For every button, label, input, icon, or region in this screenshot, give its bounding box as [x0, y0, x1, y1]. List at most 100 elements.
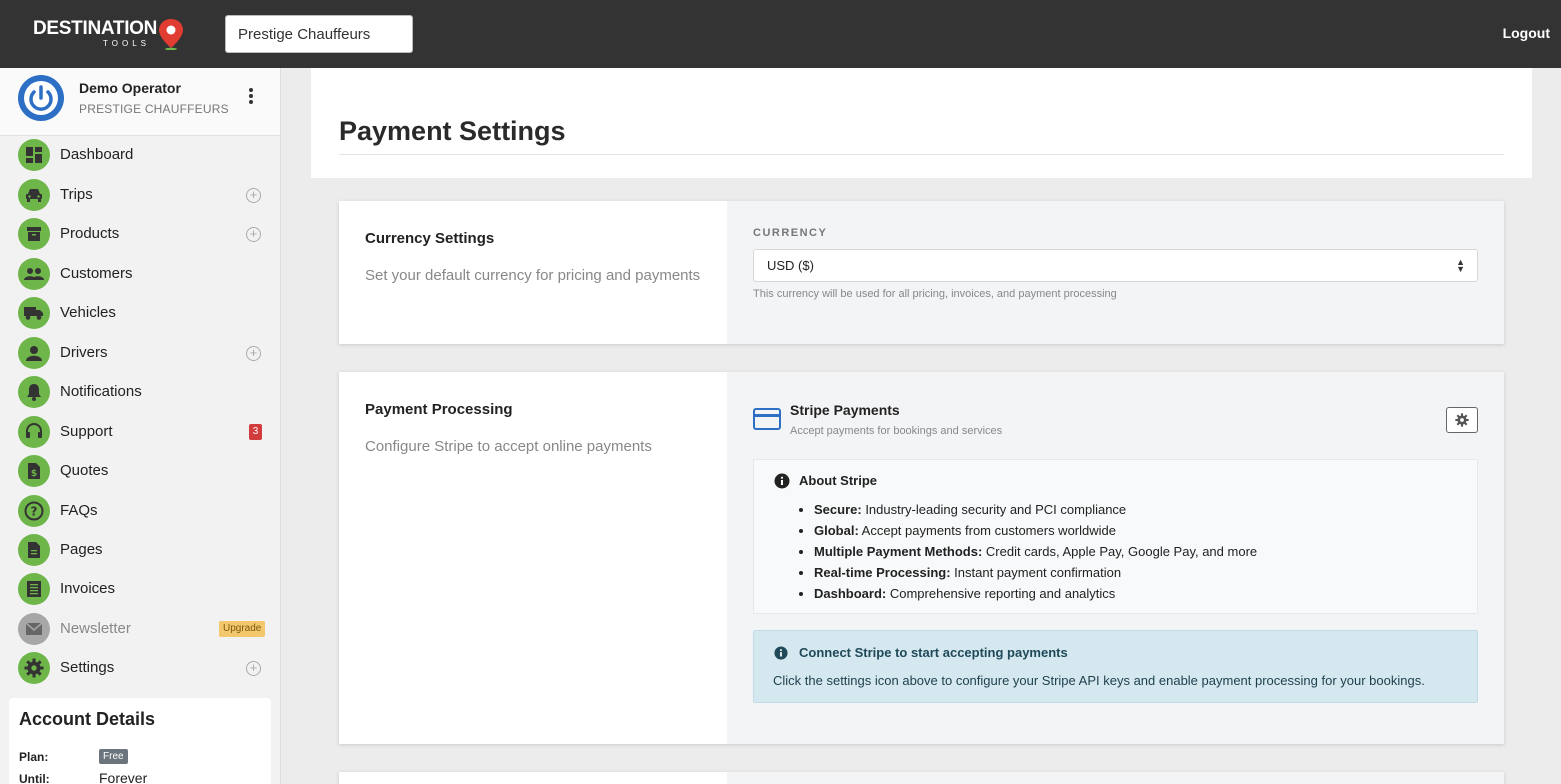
- top-bar: DESTINATION TOOLS Logout: [0, 0, 1561, 68]
- list-item-term: Secure:: [814, 502, 862, 517]
- sidebar-item-pages[interactable]: Pages: [0, 532, 280, 568]
- credit-card-icon: [753, 408, 781, 430]
- sidebar-item-label: Drivers: [60, 344, 108, 361]
- power-icon: [19, 76, 63, 120]
- list-item: Secure: Industry-leading security and PC…: [814, 500, 1257, 521]
- avatar[interactable]: [18, 75, 64, 121]
- envelope-icon: [18, 613, 50, 645]
- currency-select[interactable]: USD ($) ▲ ▼: [753, 249, 1478, 282]
- currency-select-value: USD ($): [767, 258, 814, 273]
- plan-badge: Free: [99, 749, 128, 764]
- users-icon: [18, 258, 50, 290]
- currency-hint: This currency will be used for all prici…: [753, 288, 1117, 300]
- add-setting-icon[interactable]: +: [246, 661, 261, 676]
- truck-icon: [18, 297, 50, 329]
- kebab-menu-icon[interactable]: [246, 88, 256, 108]
- sidebar-item-notifications[interactable]: Notifications: [0, 374, 280, 410]
- list-item-text: Comprehensive reporting and analytics: [886, 586, 1116, 601]
- list-item-text: Industry-leading security and PCI compli…: [861, 502, 1127, 517]
- logout-link[interactable]: Logout: [1503, 25, 1550, 41]
- car-icon: [18, 179, 50, 211]
- gear-icon: [1455, 413, 1469, 427]
- sidebar-item-customers[interactable]: Customers: [0, 256, 280, 292]
- page-header: Payment Settings: [311, 68, 1532, 178]
- divider: [339, 154, 1504, 155]
- plan-label: Plan:: [19, 750, 49, 764]
- sort-caret-icon: ▲ ▼: [1456, 257, 1465, 274]
- add-product-icon[interactable]: +: [246, 227, 261, 242]
- sidebar-item-vehicles[interactable]: Vehicles: [0, 295, 280, 331]
- card-right: CURRENCY USD ($) ▲ ▼ This currency will b…: [727, 201, 1504, 344]
- sidebar: Demo Operator PRESTIGE CHAUFFEURS Dashbo…: [0, 68, 281, 784]
- profile-header: Demo Operator PRESTIGE CHAUFFEURS: [0, 68, 280, 136]
- list-item-text: Instant payment confirmation: [950, 565, 1122, 580]
- list-item: Dashboard: Comprehensive reporting and a…: [814, 584, 1257, 605]
- archive-icon: [18, 218, 50, 250]
- sidebar-item-dashboard[interactable]: Dashboard: [0, 137, 280, 173]
- user-icon: [18, 337, 50, 369]
- about-list: Secure: Industry-leading security and PC…: [814, 500, 1257, 605]
- sidebar-item-label: Pages: [60, 541, 103, 558]
- profile-company: PRESTIGE CHAUFFEURS: [79, 102, 229, 116]
- list-item-term: Global:: [814, 523, 859, 538]
- sidebar-item-quotes[interactable]: $ Quotes: [0, 453, 280, 489]
- add-trip-icon[interactable]: +: [246, 188, 261, 203]
- connect-stripe-alert: Connect Stripe to start accepting paymen…: [753, 630, 1478, 703]
- card-heading: Payment Processing: [365, 401, 513, 418]
- stripe-title: Stripe Payments: [790, 402, 900, 418]
- svg-text:?: ?: [31, 505, 38, 519]
- sidebar-item-label: Customers: [60, 265, 133, 282]
- card-description: Set your default currency for pricing an…: [365, 267, 701, 284]
- svg-text:$: $: [31, 469, 37, 479]
- sidebar-item-label: Quotes: [60, 462, 109, 479]
- sidebar-item-label: FAQs: [60, 502, 98, 519]
- card-left: Payment Processing Configure Stripe to a…: [339, 372, 727, 744]
- card-left: Currency Settings Set your default curre…: [339, 201, 727, 344]
- until-value: Forever: [99, 770, 148, 784]
- sidebar-item-trips[interactable]: Trips +: [0, 177, 280, 213]
- list-item-term: Multiple Payment Methods:: [814, 544, 983, 559]
- bell-icon: [18, 376, 50, 408]
- add-driver-icon[interactable]: +: [246, 346, 261, 361]
- dashboard-icon: [18, 139, 50, 171]
- card-right: Stripe Payments Accept payments for book…: [727, 372, 1504, 744]
- payment-processing-card: Payment Processing Configure Stripe to a…: [339, 372, 1504, 744]
- sidebar-item-invoices[interactable]: Invoices: [0, 571, 280, 607]
- sidebar-item-drivers[interactable]: Drivers +: [0, 335, 280, 371]
- support-count-badge: 3: [249, 424, 262, 440]
- alert-text: Click the settings icon above to configu…: [773, 673, 1425, 688]
- sidebar-item-newsletter[interactable]: Newsletter Upgrade: [0, 611, 280, 647]
- list-item-text: Credit cards, Apple Pay, Google Pay, and…: [982, 544, 1258, 559]
- card-heading: Currency Settings: [365, 230, 495, 247]
- receipt-icon: [18, 573, 50, 605]
- list-item-text: Accept payments from customers worldwide: [858, 523, 1116, 538]
- page-title: Payment Settings: [339, 116, 566, 146]
- list-item: Multiple Payment Methods: Credit cards, …: [814, 542, 1257, 563]
- gear-icon: [18, 652, 50, 684]
- sidebar-item-settings[interactable]: Settings +: [0, 650, 280, 686]
- sidebar-item-faqs[interactable]: ? FAQs: [0, 493, 280, 529]
- profile-name: Demo Operator: [79, 80, 181, 96]
- sidebar-item-label: Vehicles: [60, 304, 116, 321]
- logo[interactable]: DESTINATION TOOLS: [33, 16, 193, 52]
- company-search-input[interactable]: [225, 15, 413, 53]
- currency-settings-card: Currency Settings Set your default curre…: [339, 201, 1504, 344]
- map-pin-icon: [159, 19, 183, 50]
- upgrade-badge[interactable]: Upgrade: [219, 621, 266, 637]
- logo-main-text: DESTINATION: [33, 18, 158, 39]
- about-title: About Stripe: [799, 473, 877, 488]
- sidebar-item-label: Dashboard: [60, 146, 134, 163]
- list-item: Global: Accept payments from customers w…: [814, 521, 1257, 542]
- logo-sub-text: TOOLS: [103, 39, 150, 48]
- dollar-file-icon: $: [18, 455, 50, 487]
- currency-label: CURRENCY: [753, 227, 828, 239]
- stripe-subtitle: Accept payments for bookings and service…: [790, 425, 1003, 437]
- sidebar-item-support[interactable]: Support 3: [0, 414, 280, 450]
- sidebar-item-products[interactable]: Products +: [0, 216, 280, 252]
- stripe-settings-button[interactable]: [1446, 407, 1478, 433]
- card-right: [727, 772, 1504, 784]
- info-icon: [774, 646, 788, 660]
- sidebar-item-label: Support: [60, 423, 113, 440]
- headset-icon: [18, 416, 50, 448]
- account-details-panel: Account Details Plan: Free Until: Foreve…: [9, 698, 271, 784]
